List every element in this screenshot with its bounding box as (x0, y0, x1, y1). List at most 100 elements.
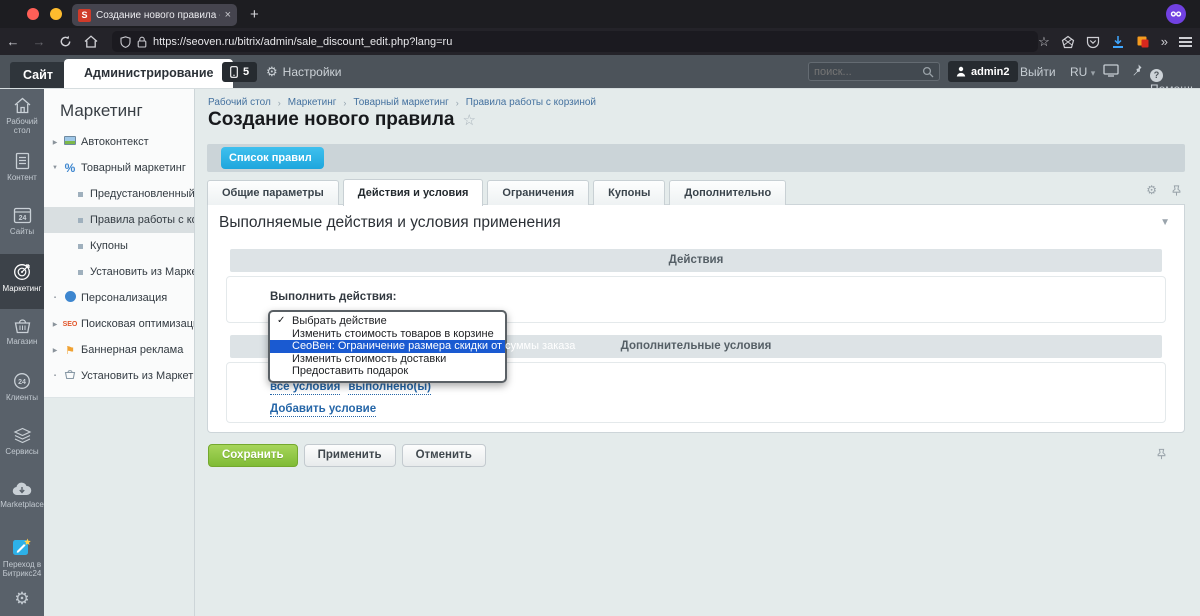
triangle-down-icon[interactable]: ▼ (48, 165, 62, 171)
workspace: Рабочий стол Контент 24 Сайты Маркетинг … (0, 88, 1200, 616)
notifications-button[interactable]: 5 (222, 62, 257, 82)
browser-toolbar: ← → https://seoven.ru/bitrix/admin/sale_… (0, 28, 1200, 55)
cancel-button[interactable]: Отменить (402, 444, 486, 467)
notifications-count: 5 (243, 66, 249, 78)
menu-item-seo[interactable]: ▶ SEO Поисковая оптимизация (44, 311, 194, 337)
sidebar-item-marketplace[interactable]: Marketplace (0, 474, 44, 529)
sidebar-item-shop[interactable]: Магазин (0, 309, 44, 364)
form-pin-icon[interactable] (1171, 184, 1182, 197)
menu-item-autocontext[interactable]: ▶ Автоконтекст (44, 129, 194, 155)
menu-item-install-marketplace-2[interactable]: ▪ Установить из Маркетплейс (44, 363, 194, 389)
sidebar-item-desktop[interactable]: Рабочий стол (0, 89, 44, 144)
breadcrumb-link[interactable]: Товарный маркетинг (353, 97, 448, 108)
tab-additional[interactable]: Дополнительно (669, 180, 786, 205)
menu-item-banner-ads[interactable]: ▶ ⚑ Баннерная реклама (44, 337, 194, 363)
fulfilled-link[interactable]: выполнено(ы) (348, 381, 431, 395)
page-title: Создание нового правила☆ (208, 109, 476, 131)
triangle-right-icon[interactable]: ▶ (48, 139, 62, 146)
dropdown-option-highlighted[interactable]: СеоВен: Ограничение размера скидки от су… (270, 340, 505, 353)
menu-item-product-marketing[interactable]: ▼ % Товарный маркетинг (44, 155, 194, 181)
collapse-triangle-icon[interactable]: ▼ (1160, 217, 1170, 228)
dropdown-option[interactable]: ✓ Выбрать действие (270, 315, 505, 328)
sidebar-item-sites[interactable]: 24 Сайты (0, 199, 44, 254)
extension-tag-icon[interactable] (1061, 35, 1075, 49)
form-gear-icon[interactable]: ⚙ (1146, 183, 1157, 197)
sidebar-item-marketing[interactable]: Маркетинг (0, 254, 44, 309)
rules-list-button[interactable]: Список правил (221, 147, 324, 169)
tab-close-icon[interactable]: × (225, 9, 231, 21)
menu-title: Маркетинг (44, 89, 194, 129)
add-condition-link[interactable]: Добавить условие (270, 403, 376, 417)
tab-restrictions[interactable]: Ограничения (487, 180, 589, 205)
pocket-icon[interactable] (1086, 35, 1100, 49)
extension-orange-icon[interactable] (1136, 35, 1150, 49)
breadcrumb-link[interactable]: Рабочий стол (208, 97, 271, 108)
menu-item-personalization[interactable]: ▪ Персонализация (44, 285, 194, 311)
sidebar-settings-gear-icon[interactable]: ⚙ (0, 589, 44, 616)
basket-icon (62, 369, 78, 383)
tab-actions-conditions[interactable]: Действия и условия (343, 179, 484, 206)
overflow-chevrons-icon[interactable]: » (1161, 34, 1168, 49)
dropdown-option[interactable]: Изменить стоимость доставки (270, 353, 505, 366)
lock-icon[interactable] (137, 36, 147, 48)
tab-general[interactable]: Общие параметры (207, 180, 339, 205)
form-buttons: Сохранить Применить Отменить (208, 444, 486, 467)
new-tab-button[interactable]: + (250, 4, 259, 26)
shield-icon[interactable] (120, 36, 131, 48)
menu-item-coupons[interactable]: Купоны (44, 233, 194, 259)
admin-search[interactable] (808, 62, 940, 81)
tab-administration[interactable]: Администрирование (64, 59, 233, 88)
home-icon (13, 97, 32, 114)
window-minimize-button[interactable] (50, 8, 62, 20)
save-button[interactable]: Сохранить (208, 444, 298, 467)
menu-hamburger-icon[interactable] (1179, 41, 1192, 43)
person-icon (956, 66, 966, 77)
menu-item-preset-list[interactable]: Предустановленный список (44, 181, 194, 207)
apply-button[interactable]: Применить (304, 444, 396, 467)
sidebar-item-clients[interactable]: 24 Клиенты (0, 364, 44, 419)
private-browsing-icon[interactable] (1166, 4, 1186, 24)
download-icon[interactable] (1111, 35, 1125, 49)
settings-button[interactable]: ⚙ Настройки (266, 62, 342, 82)
lang-select[interactable]: RU ▾ (1070, 65, 1095, 79)
dropdown-option[interactable]: Изменить стоимость товаров в корзине (270, 328, 505, 341)
favorite-star-icon[interactable]: ☆ (462, 112, 475, 129)
cloud-download-icon (12, 482, 32, 497)
pin-panel-icon[interactable] (1130, 63, 1143, 77)
tab-site[interactable]: Сайт (10, 62, 66, 88)
back-icon[interactable]: ← (0, 34, 26, 49)
reload-icon[interactable] (52, 35, 78, 48)
user-button[interactable]: admin2 (948, 61, 1018, 82)
logout-link[interactable]: Выйти (1020, 65, 1056, 79)
sidebar-item-content[interactable]: Контент (0, 144, 44, 199)
breadcrumb-link[interactable]: Маркетинг (288, 97, 337, 108)
triangle-right-icon[interactable]: ▶ (48, 347, 62, 354)
svg-text:24: 24 (18, 379, 26, 386)
actions-field-label: Выполнить действия: (270, 291, 397, 303)
breadcrumb: Рабочий стол › Маркетинг › Товарный марк… (208, 97, 596, 108)
triangle-right-icon[interactable]: ▶ (48, 321, 62, 328)
search-input[interactable] (814, 66, 922, 78)
all-conditions-link[interactable]: все условия (270, 381, 340, 395)
browser-tabstrip: S Создание нового правила - Се × + (0, 0, 1200, 28)
browser-tab[interactable]: S Создание нового правила - Се × (72, 4, 237, 26)
bottom-pin-icon[interactable] (1156, 447, 1167, 461)
sidebar-item-bitrix24[interactable]: Переход в Битрикс24 (0, 529, 44, 584)
window-close-button[interactable] (27, 8, 39, 20)
home-icon[interactable] (78, 35, 104, 48)
bookmark-star-icon[interactable]: ☆ (1038, 34, 1050, 50)
percent-icon: % (62, 161, 78, 175)
search-icon[interactable] (922, 66, 934, 78)
breadcrumb-link[interactable]: Правила работы с корзиной (466, 97, 596, 108)
menu-item-install-marketplace[interactable]: Установить из Маркетплейс (44, 259, 194, 285)
menu-item-cart-rules[interactable]: Правила работы с корзиной (44, 207, 194, 233)
sidebar-item-services[interactable]: Сервисы (0, 419, 44, 474)
fullscreen-icon[interactable] (1103, 64, 1119, 77)
dropdown-option[interactable]: Предоставить подарок (270, 365, 505, 378)
actions-header: Действия (230, 249, 1162, 272)
action-select-dropdown[interactable]: ✓ Выбрать действие Изменить стоимость то… (268, 310, 507, 383)
seo-icon: SEO (62, 321, 78, 328)
forward-icon[interactable]: → (26, 34, 52, 49)
url-bar[interactable]: https://seoven.ru/bitrix/admin/sale_disc… (112, 31, 1038, 52)
tab-coupons[interactable]: Купоны (593, 180, 665, 205)
